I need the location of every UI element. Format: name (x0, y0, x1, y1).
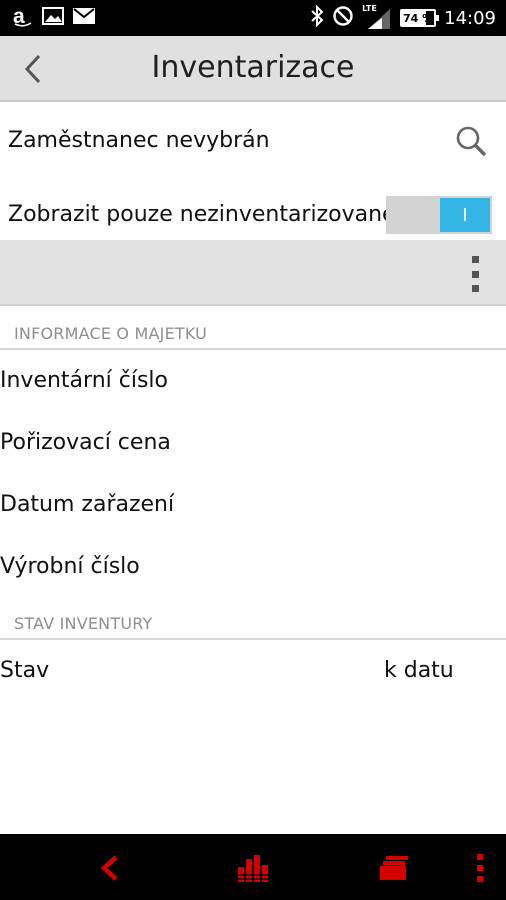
notification-icons: a (12, 5, 96, 31)
overflow-menu-button[interactable] (468, 256, 482, 292)
status-bar: a LTE 74 % 14:09 (0, 0, 506, 36)
employee-row[interactable]: Zaměstnanec nevybrán (0, 104, 506, 176)
purchase-price-label: Pořizovací cena (0, 430, 171, 455)
inventory-status-header: STAV INVENTURY (0, 604, 506, 640)
nav-statistics-button[interactable] (232, 846, 276, 890)
cards-icon (380, 856, 408, 880)
back-icon (100, 855, 118, 881)
status-label: Stav (0, 658, 50, 683)
as-of-date-label: k datu (384, 658, 454, 683)
amazon-icon: a (12, 5, 34, 31)
signal-icon: LTE (362, 4, 392, 30)
asset-info-header-text: INFORMACE O MAJETKU (14, 324, 208, 343)
toggle-thumb: I (440, 198, 490, 232)
inventory-number-label: Inventární číslo (0, 368, 168, 393)
inventory-status-header-text: STAV INVENTURY (14, 614, 153, 633)
nav-back-button[interactable] (88, 846, 132, 890)
nav-cards-button[interactable] (372, 846, 416, 890)
mail-icon (72, 7, 96, 29)
battery-percent: 74 % (403, 11, 434, 25)
clock: 14:09 (444, 7, 496, 29)
date-added-label: Datum zařazení (0, 492, 175, 517)
action-bar (0, 240, 506, 306)
bluetooth-icon (310, 4, 324, 31)
nav-more-button[interactable] (458, 846, 502, 890)
battery-icon: 74 % (400, 9, 440, 27)
more-vert-icon (477, 854, 483, 882)
svg-text:a: a (13, 5, 25, 27)
more-vert-icon (471, 256, 479, 263)
system-icons: LTE 74 % 14:09 (310, 4, 496, 31)
image-icon (42, 7, 64, 29)
filter-label: Zobrazit pouze nezinventarizované (8, 202, 396, 227)
serial-number-label: Výrobní číslo (0, 554, 140, 579)
page-title: Inventarizace (151, 50, 355, 85)
uninventoried-toggle[interactable]: I (386, 196, 492, 234)
asset-info-header: INFORMACE O MAJETKU (0, 314, 506, 350)
bottom-nav-bar (0, 834, 506, 900)
statistics-icon (236, 855, 270, 882)
app-bar: Inventarizace (0, 36, 506, 102)
employee-label: Zaměstnanec nevybrán (8, 128, 270, 153)
search-button[interactable] (454, 124, 488, 158)
do-not-disturb-icon (332, 5, 354, 31)
search-icon (456, 126, 487, 157)
